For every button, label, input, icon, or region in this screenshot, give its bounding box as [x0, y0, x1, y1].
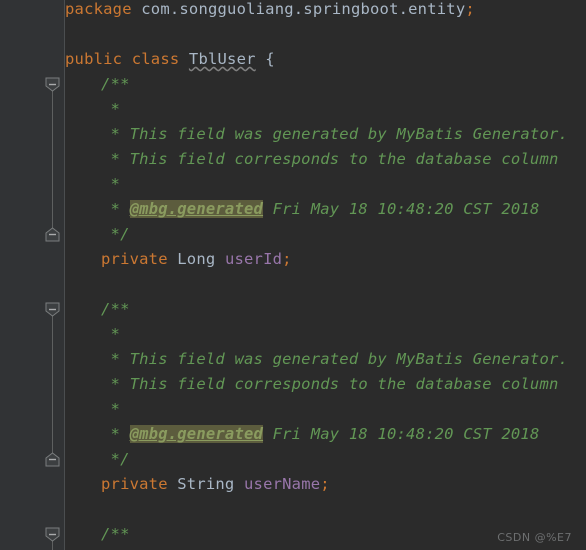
gutter-divider: [64, 0, 65, 550]
csdn-watermark: CSDN @%E7: [497, 531, 572, 544]
code-token-comment: */: [101, 225, 130, 243]
code-token-comment: Fri May 18 10:48:20 CST 2018: [263, 425, 540, 443]
code-token-comment: * This field corresponds to the database…: [101, 375, 559, 393]
fold-region-line: [52, 88, 53, 228]
code-line[interactable]: public class TblUser {: [65, 47, 275, 72]
code-token-comment: * This field corresponds to the database…: [101, 150, 559, 168]
code-line[interactable]: * @mbg.generated Fri May 18 10:48:20 CST…: [65, 422, 539, 447]
code-token-comment: /**: [101, 300, 130, 318]
code-editor-window: 1234567891011121314151617181920212223242…: [0, 0, 586, 550]
code-token-comment: *: [101, 400, 121, 418]
collapse-minus-icon[interactable]: [45, 527, 60, 542]
code-line[interactable]: */: [65, 222, 130, 247]
collapse-minus-icon[interactable]: [45, 302, 60, 317]
fold-region-line: [52, 313, 53, 453]
code-token-classref: TblUser: [188, 50, 256, 68]
code-line[interactable]: private Long userId;: [65, 247, 292, 272]
code-token-punct: ;: [320, 475, 330, 493]
code-line[interactable]: *: [65, 322, 120, 347]
code-line[interactable]: * @mbg.generated Fri May 18 10:48:20 CST…: [65, 197, 539, 222]
collapse-minus-icon[interactable]: [45, 227, 60, 242]
code-line[interactable]: package com.songguoliang.springboot.enti…: [65, 0, 475, 22]
code-token-type: Long: [177, 250, 225, 268]
code-line[interactable]: */: [65, 447, 130, 472]
code-token-tag: @mbg.generated: [129, 200, 264, 218]
code-token-default: com.songguoliang.springboot.entity: [141, 0, 466, 18]
code-token-keyword: private: [101, 475, 178, 493]
code-token-field: userName: [244, 475, 321, 493]
code-token-comment: *: [101, 425, 130, 443]
code-line[interactable]: /**: [65, 297, 130, 322]
code-line[interactable]: *: [65, 397, 120, 422]
code-line[interactable]: * This field was generated by MyBatis Ge…: [65, 347, 568, 372]
line-number-gutter: [0, 0, 40, 550]
code-token-comment: *: [101, 100, 121, 118]
code-token-keyword: private: [101, 250, 178, 268]
code-line[interactable]: * This field corresponds to the database…: [65, 147, 559, 172]
code-token-field: userId: [224, 250, 283, 268]
code-token-comment: /**: [101, 75, 130, 93]
code-token-comment: Fri May 18 10:48:20 CST 2018: [263, 200, 540, 218]
code-token-comment: /**: [101, 525, 130, 543]
code-token-punct: ;: [465, 0, 475, 18]
code-token-keyword: public class: [65, 50, 189, 68]
code-text-area[interactable]: package com.songguoliang.springboot.enti…: [65, 0, 586, 550]
collapse-minus-icon[interactable]: [45, 452, 60, 467]
code-token-comment: *: [101, 325, 121, 343]
code-token-default: {: [255, 50, 275, 68]
code-line[interactable]: private String userName;: [65, 472, 330, 497]
code-token-punct: ;: [282, 250, 292, 268]
code-line[interactable]: /**: [65, 522, 130, 547]
code-line[interactable]: * This field was generated by MyBatis Ge…: [65, 122, 568, 147]
code-line[interactable]: *: [65, 172, 120, 197]
code-token-tag: @mbg.generated: [129, 425, 264, 443]
code-token-comment: * This field was generated by MyBatis Ge…: [101, 125, 569, 143]
code-token-comment: *: [101, 200, 130, 218]
code-line[interactable]: * This field corresponds to the database…: [65, 372, 559, 397]
code-token-keyword: package: [65, 0, 142, 18]
code-token-type: String: [177, 475, 244, 493]
code-line[interactable]: /**: [65, 72, 130, 97]
code-token-comment: * This field was generated by MyBatis Ge…: [101, 350, 569, 368]
collapse-minus-icon[interactable]: [45, 77, 60, 92]
code-token-comment: */: [101, 450, 130, 468]
code-token-comment: *: [101, 175, 121, 193]
code-line[interactable]: *: [65, 97, 120, 122]
